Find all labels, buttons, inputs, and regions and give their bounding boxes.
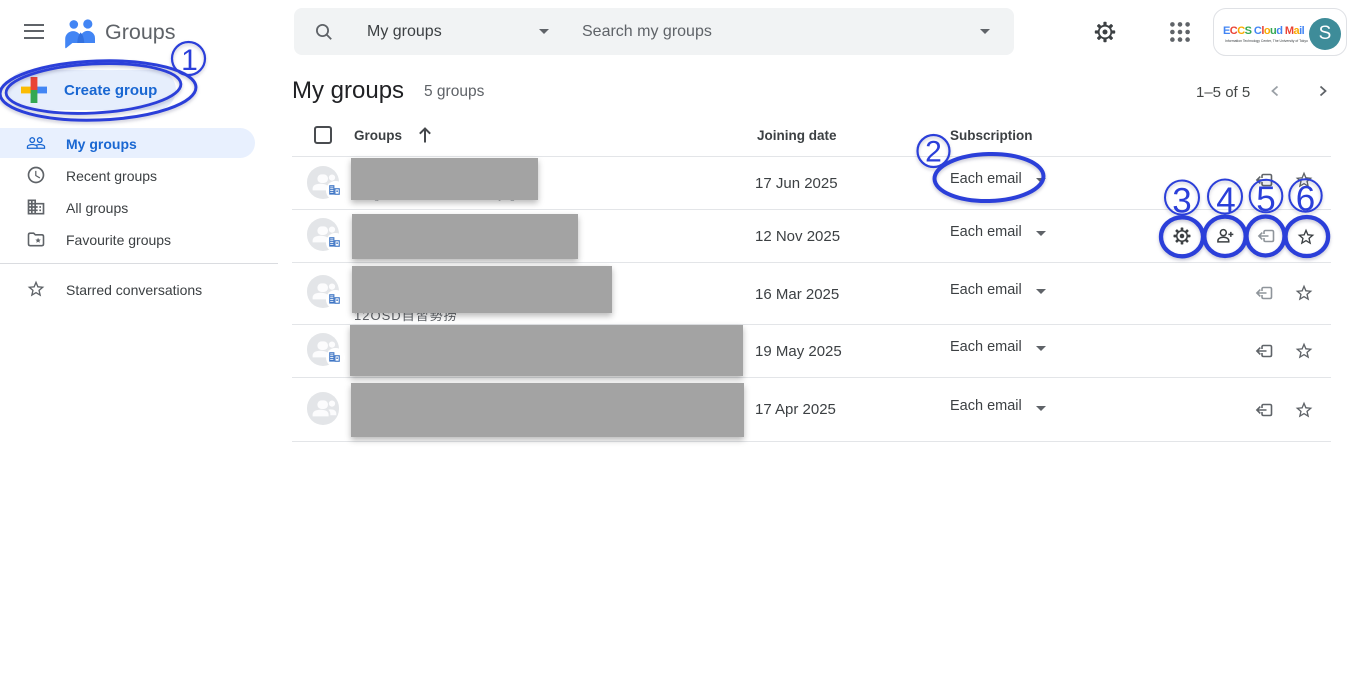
- svg-text:2: 2: [925, 136, 942, 169]
- svg-text:1: 1: [181, 44, 198, 77]
- svg-text:3: 3: [1172, 182, 1191, 221]
- svg-text:4: 4: [1216, 181, 1235, 220]
